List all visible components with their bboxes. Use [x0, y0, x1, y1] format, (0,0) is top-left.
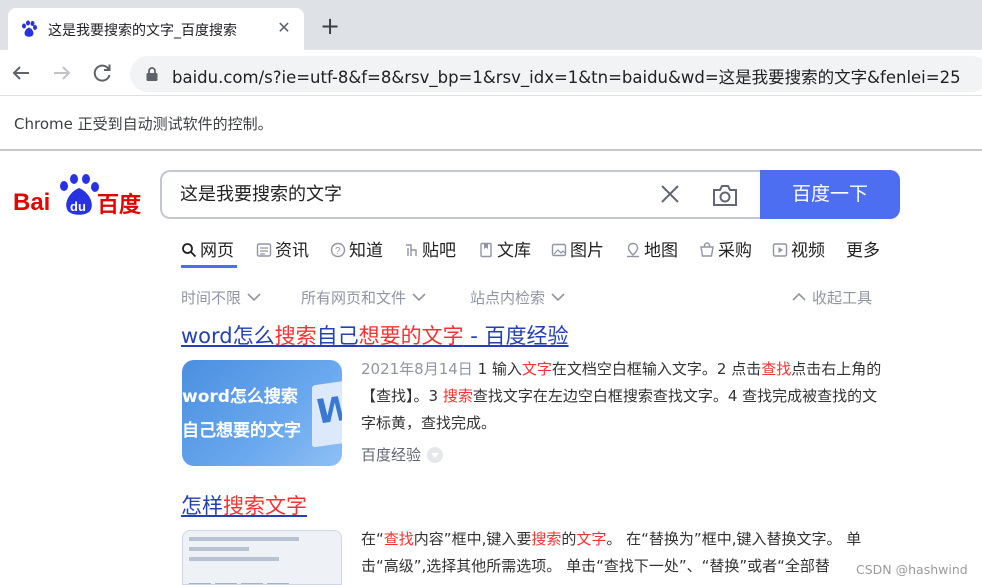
address-bar[interactable]: baidu.com/s?ie=utf-8&f=8&rsv_bp=1&rsv_id… — [130, 56, 982, 92]
site-search-filter[interactable]: 站点内检索 — [470, 287, 565, 308]
automation-infobar: Chrome 正受到自动测试软件的控制。 — [0, 96, 982, 151]
text-run: 的 — [561, 530, 577, 548]
text-run: - 百度经验 — [463, 324, 569, 348]
camera-icon[interactable] — [711, 182, 739, 208]
video-icon — [772, 242, 788, 258]
text-run: word怎么 — [181, 324, 275, 348]
baidu-logo[interactable]: Bai du 百度 — [13, 172, 143, 218]
source-dropdown-icon[interactable] — [427, 447, 444, 463]
image-icon — [551, 242, 567, 258]
search-box — [160, 170, 762, 219]
back-arrow-icon[interactable] — [8, 60, 34, 86]
collapse-tools-button[interactable]: 收起工具 — [792, 287, 872, 308]
result-title-1[interactable]: word怎么搜索自己想要的文字 - 百度经验 — [181, 320, 569, 350]
highlighted-keyword: 文字 — [576, 530, 607, 548]
news-icon — [256, 242, 272, 258]
search-icon — [181, 242, 197, 258]
tab-map[interactable]: 地图 — [625, 236, 678, 261]
source-label: 百度经验 — [361, 446, 422, 464]
clear-icon[interactable] — [658, 182, 682, 206]
tab-tieba[interactable]: 贴吧 — [403, 236, 456, 261]
thumbnail-text-line2: 自己想要的文字 — [182, 421, 301, 441]
tab-strip: 这是我要搜索的文字_百度搜索 ✕ + — [0, 0, 982, 50]
automation-notice: Chrome 正受到自动测试软件的控制。 — [14, 115, 273, 133]
text-run: 在“ — [361, 530, 384, 548]
tab-label: 视频 — [791, 241, 825, 261]
svg-text:Bai: Bai — [13, 189, 50, 216]
file-type-filter[interactable]: 所有网页和文件 — [301, 287, 426, 308]
tieba-icon — [403, 242, 419, 258]
browser-toolbar: baidu.com/s?ie=utf-8&f=8&rsv_bp=1&rsv_id… — [0, 50, 982, 96]
tab-label: 贴吧 — [422, 241, 456, 261]
thumbnail-text-line1: word怎么搜索 — [182, 387, 298, 407]
file-type-filter-label: 所有网页和文件 — [301, 289, 407, 307]
tab-label: 知道 — [349, 241, 383, 261]
question-icon: ? — [330, 242, 346, 258]
time-filter[interactable]: 时间不限 — [181, 287, 261, 308]
lock-icon — [146, 67, 158, 81]
new-tab-icon[interactable]: + — [318, 14, 342, 39]
time-filter-label: 时间不限 — [181, 289, 242, 307]
result-abstract-1: 2021年8月14日 1 输入文字在文档空白框输入文字。2 点击查找点击右上角的… — [361, 356, 886, 437]
search-input[interactable] — [180, 182, 640, 203]
text-run: 1 输入 — [472, 360, 522, 378]
doc-icon — [478, 242, 494, 258]
forward-arrow-icon[interactable] — [49, 60, 75, 86]
svg-text:?: ? — [335, 246, 341, 257]
tab-video[interactable]: 视频 — [772, 236, 825, 261]
tab-news[interactable]: 资讯 — [256, 236, 309, 261]
highlighted-keyword: 搜索 — [274, 324, 317, 348]
highlighted-keyword: 搜索 — [531, 530, 562, 548]
browser-tab[interactable]: 这是我要搜索的文字_百度搜索 ✕ — [8, 8, 304, 50]
tab-label: 文库 — [497, 241, 531, 261]
chevron-down-icon — [247, 293, 261, 301]
result-abstract-2: 在“查找内容”框中,键入要搜索的文字。 在“替换为”框中,键入替换文字。 单击“… — [361, 526, 866, 580]
watermark: CSDN @hashwind — [856, 562, 968, 577]
tab-search[interactable]: 网页 — [181, 236, 234, 261]
search-button[interactable]: 百度一下 — [760, 170, 900, 219]
tab-more[interactable]: 更多 — [846, 236, 880, 261]
chevron-down-icon — [551, 293, 565, 301]
tab-label: 图片 — [570, 241, 604, 261]
tab-title: 这是我要搜索的文字_百度搜索 — [48, 23, 237, 39]
chevron-down-icon — [412, 293, 426, 301]
result-title-2[interactable]: 怎样搜索文字 — [181, 490, 307, 520]
highlighted-keyword: 查找 — [761, 360, 792, 378]
tab-label: 更多 — [846, 241, 880, 261]
highlighted-keyword: 查找 — [383, 530, 414, 548]
text-run: 怎样 — [181, 494, 223, 518]
svg-text:百度: 百度 — [97, 192, 142, 218]
result-date: 2021年8月14日 — [361, 360, 473, 378]
tab-label: 采购 — [718, 241, 752, 261]
tab-label: 网页 — [200, 241, 234, 261]
tab-doc[interactable]: 文库 — [478, 236, 531, 261]
cart-icon — [699, 242, 715, 258]
tab-cart[interactable]: 采购 — [699, 236, 752, 261]
baidu-favicon-icon — [22, 20, 37, 37]
tab-label: 资讯 — [275, 241, 309, 261]
highlighted-keyword: 文字 — [521, 360, 552, 378]
active-tab-underline — [181, 265, 237, 268]
url-text: baidu.com/s?ie=utf-8&f=8&rsv_bp=1&rsv_id… — [172, 68, 961, 87]
text-run: 自己 — [316, 324, 359, 348]
text-run: 在文档空白框输入文字。2 点击 — [551, 360, 762, 378]
highlighted-keyword: 搜索文字 — [223, 494, 307, 518]
result-thumbnail-1[interactable]: word怎么搜索 自己想要的文字 W — [182, 360, 342, 466]
tab-label: 地图 — [644, 241, 678, 261]
collapse-tools-label: 收起工具 — [812, 289, 873, 307]
reload-icon[interactable] — [89, 60, 115, 86]
word-doc-icon: W — [312, 378, 342, 448]
map-icon — [625, 242, 641, 258]
result-thumbnail-2[interactable] — [182, 530, 342, 585]
tab-close-icon[interactable]: ✕ — [274, 18, 294, 38]
tab-image[interactable]: 图片 — [551, 236, 604, 261]
chevron-up-icon — [792, 293, 806, 301]
tab-question[interactable]: ? 知道 — [330, 236, 383, 261]
text-run: 内容”框中,键入要 — [413, 530, 532, 548]
site-search-filter-label: 站点内检索 — [470, 289, 546, 307]
svg-text:du: du — [70, 199, 86, 214]
highlighted-keyword: 想要的文字 — [358, 324, 464, 348]
highlighted-keyword: 搜索 — [442, 387, 473, 405]
result-source-1[interactable]: 百度经验 — [361, 444, 444, 465]
